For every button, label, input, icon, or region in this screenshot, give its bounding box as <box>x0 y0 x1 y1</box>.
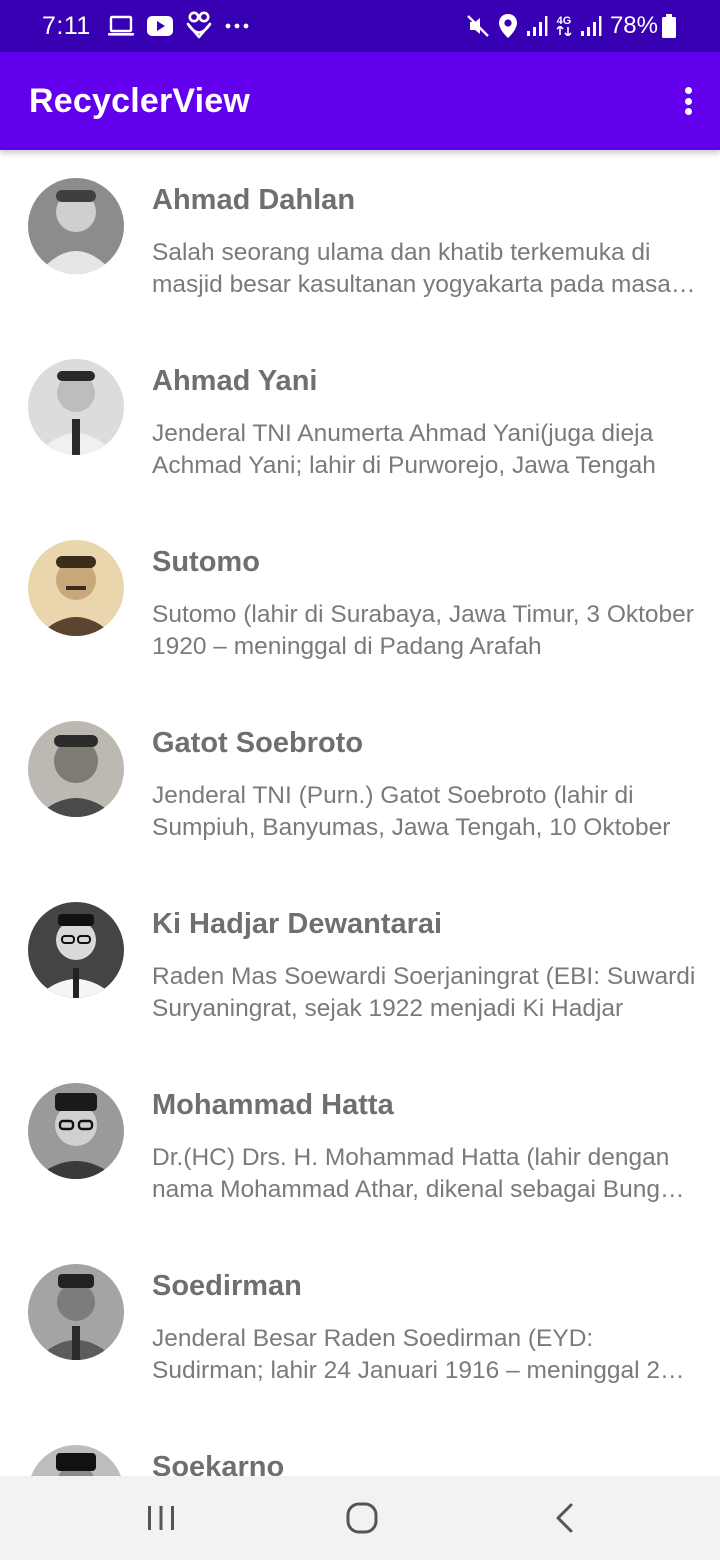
item-description: Jenderal Besar Raden Soedirman (EYD: Sud… <box>152 1325 674 1384</box>
avatar <box>28 721 124 817</box>
avatar <box>28 1083 124 1179</box>
list-item[interactable]: Sutomo Sutomo (lahir di Surabaya, Jawa T… <box>0 512 720 693</box>
overflow-dot <box>684 108 692 115</box>
battery-icon <box>662 14 676 38</box>
item-name: Sutomo <box>152 546 260 578</box>
avatar <box>28 1264 124 1360</box>
overflow-dot <box>684 87 692 94</box>
avatar <box>28 1445 124 1476</box>
app-bar: RecyclerView <box>0 52 720 150</box>
navigation-bar <box>0 1476 720 1560</box>
status-left: 7:11 <box>42 11 261 41</box>
item-description: Jenderal TNI (Purn.) Gatot Soebroto (lah… <box>152 782 671 841</box>
back-icon[interactable] <box>504 1476 624 1560</box>
list-item[interactable]: Ahmad Dahlan Salah seorang ulama dan kha… <box>0 150 720 331</box>
list-item[interactable]: Gatot Soebroto Jenderal TNI (Purn.) Gato… <box>0 693 720 874</box>
app-title: RecyclerView <box>29 81 251 120</box>
laptop-icon <box>107 15 135 37</box>
status-right: 4G 78% <box>466 12 676 40</box>
mute-icon <box>466 14 490 38</box>
recents-icon[interactable] <box>101 1476 221 1560</box>
list-item[interactable]: Ki Hadjar Dewantarai Raden Mas Soewardi … <box>0 874 720 1055</box>
chat-app-icon <box>185 11 213 41</box>
item-description: Jenderal TNI Anumerta Ahmad Yani(juga di… <box>152 420 656 479</box>
item-description: Raden Mas Soewardi Soerjaningrat (EBI: S… <box>152 963 696 1022</box>
network-label: 4G <box>556 15 572 27</box>
status-time: 7:11 <box>42 11 91 40</box>
item-description: Sutomo (lahir di Surabaya, Jawa Timur, 3… <box>152 601 694 660</box>
list-item[interactable]: Soedirman Jenderal Besar Raden Soedirman… <box>0 1236 720 1417</box>
item-description: Dr.(HC) Drs. H. Mohammad Hatta (lahir de… <box>152 1144 670 1203</box>
avatar <box>28 902 124 998</box>
avatar <box>28 359 124 455</box>
item-description: Salah seorang ulama dan khatib terkemuka… <box>152 239 671 298</box>
4g-icon: 4G <box>556 16 572 36</box>
status-bar: 7:11 4G 78% <box>0 0 720 52</box>
signal-icon <box>580 15 602 37</box>
item-name: Ahmad Yani <box>152 365 318 397</box>
home-icon[interactable] <box>302 1476 422 1560</box>
item-name: Soedirman <box>152 1270 302 1302</box>
item-name: Ki Hadjar Dewantarai <box>152 908 443 940</box>
item-name: Mohammad Hatta <box>152 1089 394 1121</box>
more-vert-icon[interactable] <box>678 81 698 121</box>
youtube-icon <box>146 16 173 36</box>
signal-icon <box>526 15 548 37</box>
list-item[interactable]: Ahmad Yani Jenderal TNI Anumerta Ahmad Y… <box>0 331 720 512</box>
list-item[interactable]: Mohammad Hatta Dr.(HC) Drs. H. Mohammad … <box>0 1055 720 1236</box>
overflow-dot <box>684 97 692 105</box>
list-item[interactable]: Soekarno <box>0 1417 720 1476</box>
item-name: Ahmad Dahlan <box>152 184 356 216</box>
item-name: Soekarno <box>152 1451 285 1476</box>
item-name: Gatot Soebroto <box>152 727 364 759</box>
more-notifications-icon <box>225 22 249 30</box>
avatar <box>28 178 124 274</box>
avatar <box>28 540 124 636</box>
recycler-list[interactable]: Ahmad Dahlan Salah seorang ulama dan kha… <box>0 150 720 1476</box>
battery-percentage: 78% <box>609 12 658 39</box>
location-icon <box>498 13 518 39</box>
